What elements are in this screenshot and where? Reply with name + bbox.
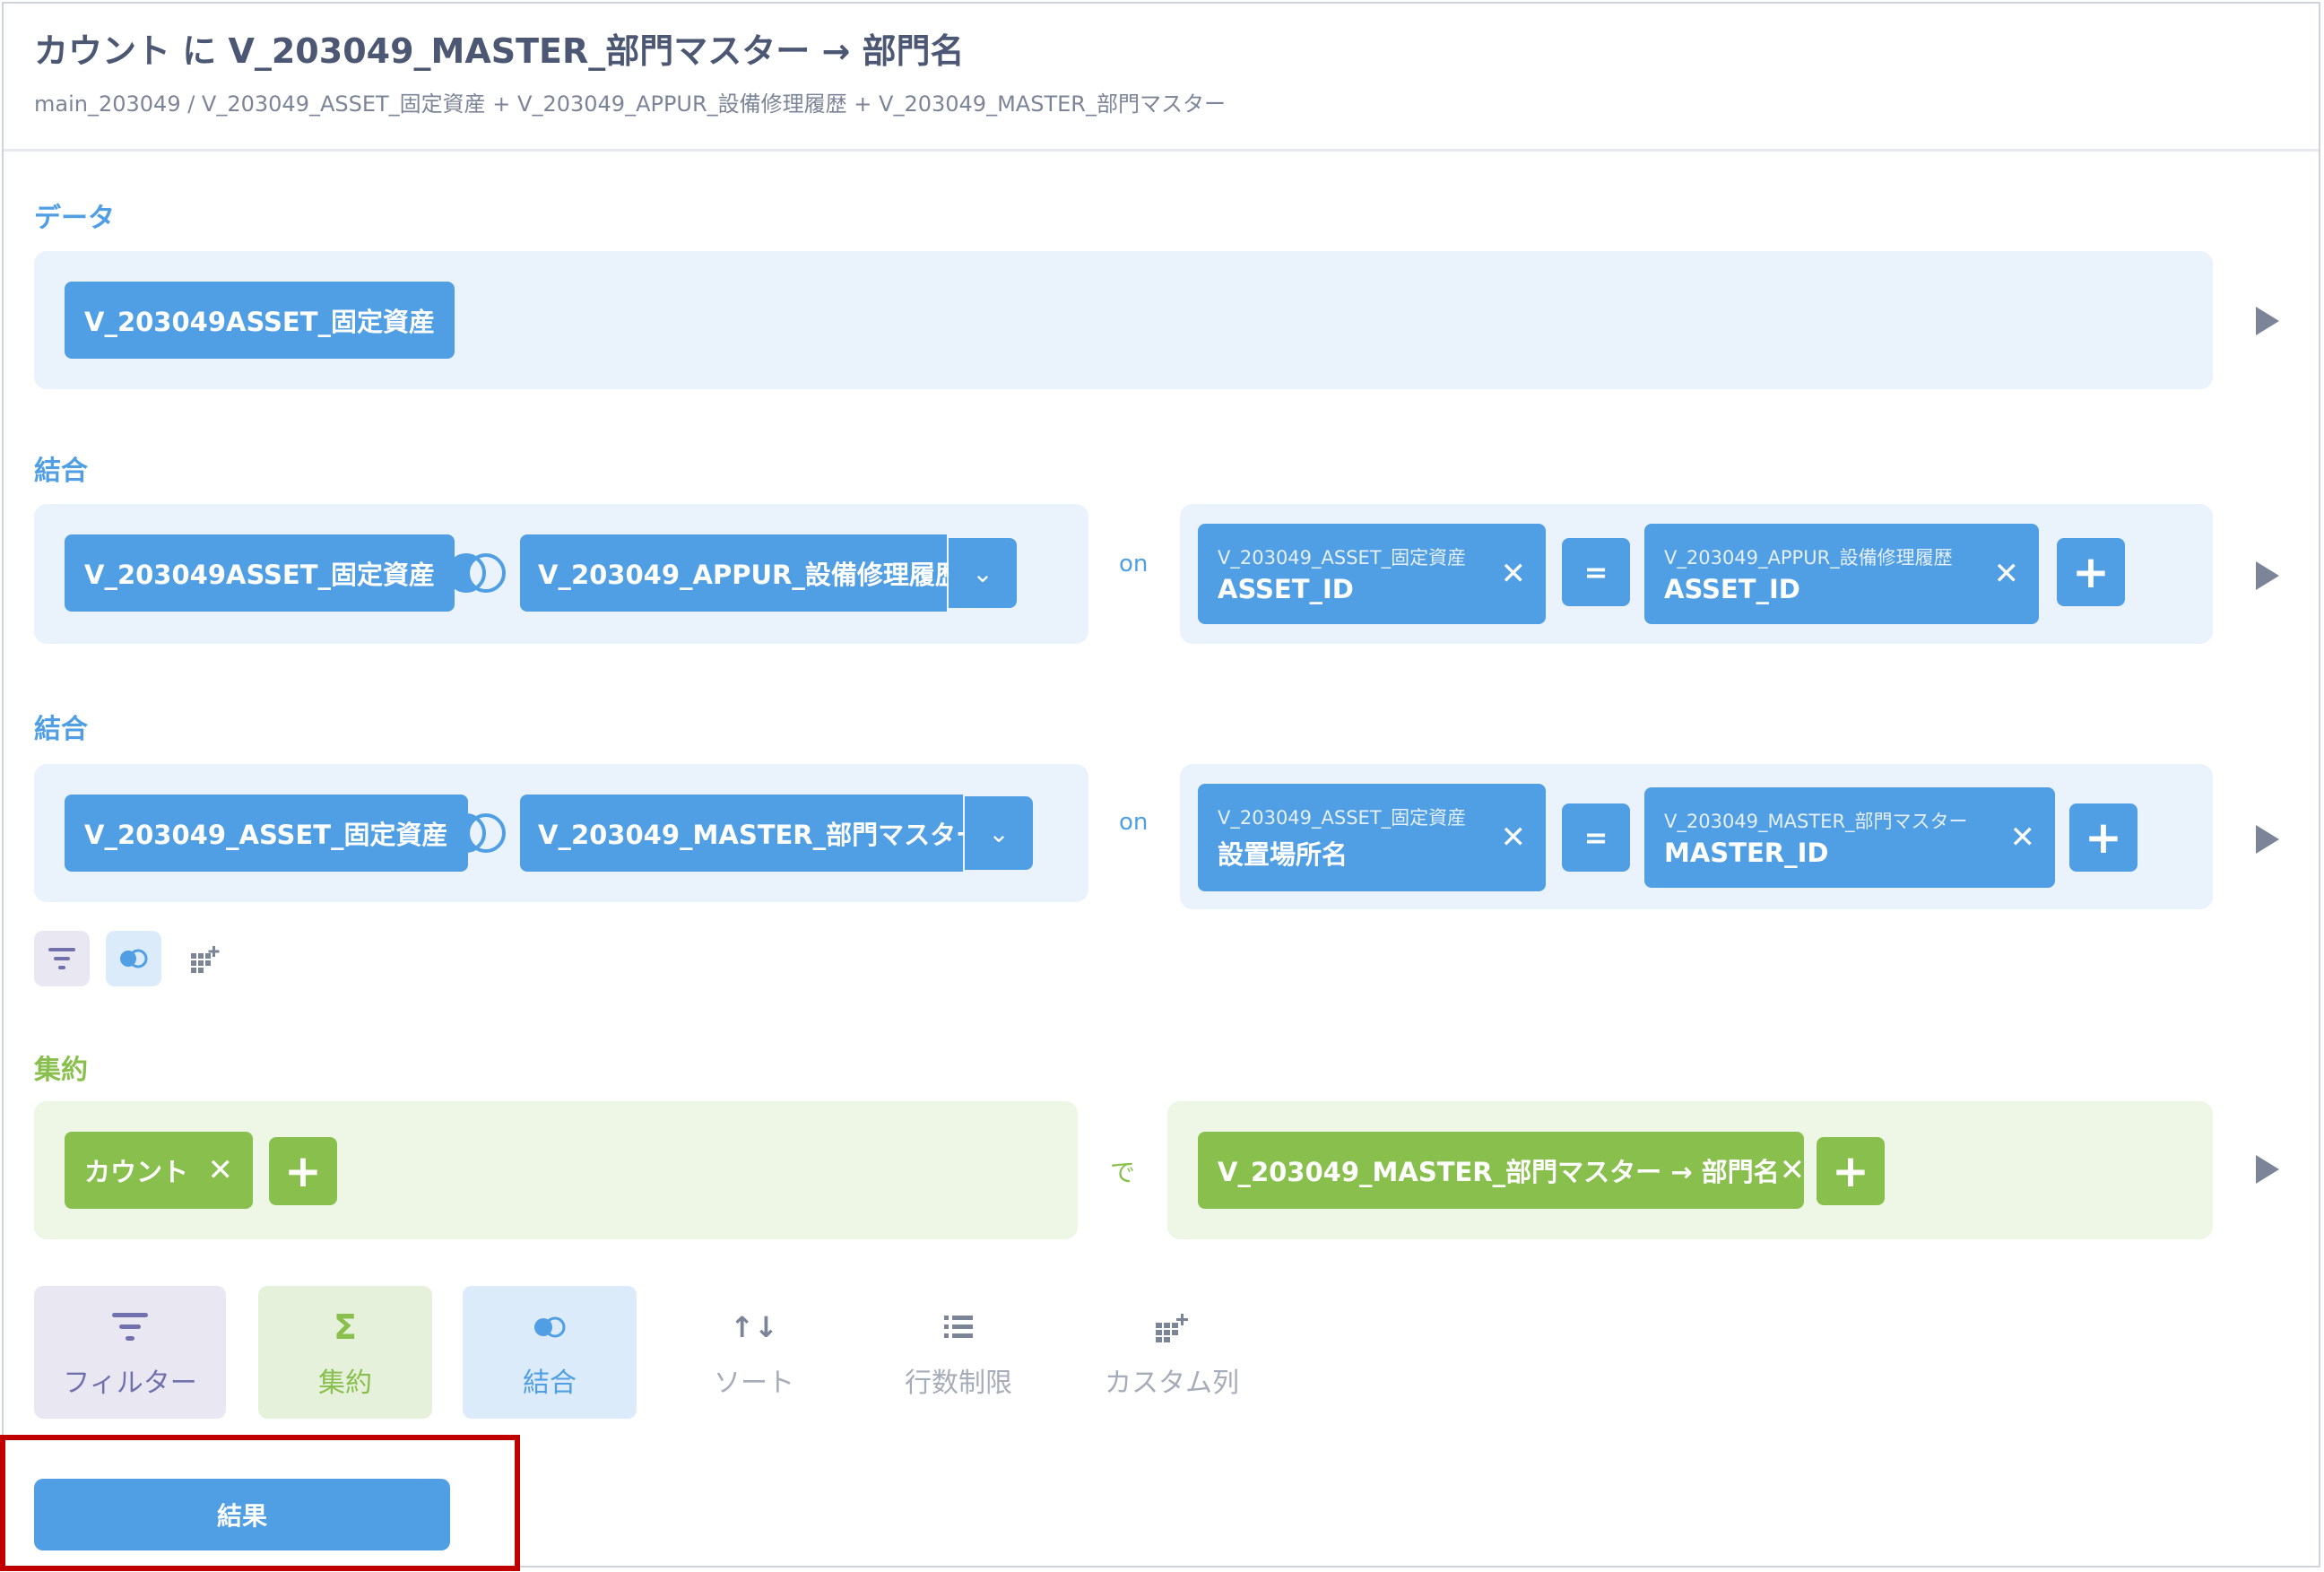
filter-action-button[interactable]: フィルター	[34, 1286, 226, 1419]
join-2-left-table[interactable]: V_203049_ASSET_固定資産	[65, 795, 468, 872]
summarize-action-label: 集約	[318, 1368, 372, 1399]
join-2-condition-panel: V_203049_ASSET_固定資産 設置場所名 ✕ = V_203049_M…	[1180, 764, 2213, 909]
add-column-icon	[1154, 1305, 1190, 1350]
preview-arrow-icon[interactable]	[2256, 561, 2279, 590]
filter-icon	[112, 1305, 148, 1350]
list-icon	[944, 1305, 973, 1350]
join-1-left-field-source: V_203049_ASSET_固定資産	[1218, 547, 1467, 569]
join-1-left-field-name: ASSET_ID	[1218, 574, 1354, 604]
join-2-tables-panel: V_203049_ASSET_固定資産 V_203049_MASTER_部門マス…	[34, 764, 1088, 902]
add-condition-button[interactable]: +	[2069, 803, 2138, 872]
join-icon	[120, 949, 148, 968]
filter-step-button[interactable]	[34, 931, 90, 986]
join-icon	[532, 1305, 568, 1350]
join-1-left-field[interactable]: V_203049_ASSET_固定資産 ASSET_ID ✕	[1198, 524, 1546, 624]
join-1-operator[interactable]: =	[1562, 538, 1630, 606]
remove-icon[interactable]: ✕	[208, 1152, 234, 1188]
join-1-label: 結合	[34, 456, 88, 487]
metric-pill[interactable]: カウント ✕	[65, 1132, 253, 1209]
aggregate-section-label: 集約	[34, 1055, 88, 1086]
custom-column-action-button[interactable]: カスタム列	[1076, 1286, 1268, 1419]
join-2-left-field-name: 設置場所名	[1218, 839, 1348, 870]
sort-action-button[interactable]: ↑↓ ソート	[667, 1286, 841, 1419]
remove-icon[interactable]: ✕	[1994, 556, 2020, 592]
page-title: カウント に V_203049_MASTER_部門マスター → 部門名	[34, 31, 965, 71]
join-1-left-table[interactable]: V_203049ASSET_固定資産	[65, 534, 455, 612]
join-2-left-field-source: V_203049_ASSET_固定資産	[1218, 807, 1467, 829]
join-2-right-field-name: MASTER_ID	[1664, 838, 1829, 868]
filter-icon	[48, 948, 75, 969]
join-2-right-field-source: V_203049_MASTER_部門マスター	[1664, 811, 1968, 832]
custom-column-action-label: カスタム列	[1105, 1368, 1239, 1399]
join-1-condition-panel: V_203049_ASSET_固定資産 ASSET_ID ✕ = V_20304…	[1180, 504, 2213, 644]
chevron-down-icon[interactable]: ⌄	[949, 538, 1017, 608]
join-2-right-table[interactable]: V_203049_MASTER_部門マスター	[520, 795, 982, 872]
join-type-icon[interactable]	[445, 812, 507, 854]
remove-icon[interactable]: ✕	[1501, 820, 1527, 855]
data-table-pill[interactable]: V_203049ASSET_固定資産	[65, 282, 455, 359]
join-action-label: 結合	[523, 1368, 577, 1399]
aggregate-metric-panel: カウント ✕ +	[34, 1101, 1078, 1239]
filter-action-label: フィルター	[63, 1368, 197, 1399]
summarize-action-button[interactable]: Σ 集約	[258, 1286, 432, 1419]
aggregate-group-panel: V_203049_MASTER_部門マスター → 部門名 ✕ +	[1167, 1101, 2213, 1239]
preview-arrow-icon[interactable]	[2256, 825, 2279, 854]
join-step-button[interactable]	[106, 931, 161, 986]
preview-arrow-icon[interactable]	[2256, 307, 2279, 335]
query-builder-frame: カウント に V_203049_MASTER_部門マスター → 部門名 main…	[2, 2, 2320, 1568]
remove-icon[interactable]: ✕	[1780, 1152, 1806, 1188]
join-2-label: 結合	[34, 714, 88, 745]
add-condition-button[interactable]: +	[2057, 538, 2125, 606]
join-type-icon[interactable]	[445, 552, 507, 594]
join-2-right-field[interactable]: V_203049_MASTER_部門マスター MASTER_ID ✕	[1644, 787, 2055, 888]
remove-icon[interactable]: ✕	[2010, 820, 2036, 855]
add-column-icon	[191, 946, 220, 973]
data-panel: V_203049ASSET_固定資産	[34, 251, 2213, 389]
row-limit-action-button[interactable]: 行数制限	[872, 1286, 1045, 1419]
sort-icon: ↑↓	[730, 1310, 778, 1344]
custom-column-step-button[interactable]	[178, 931, 233, 986]
join-1-right-field[interactable]: V_203049_APPUR_設備修理履歴 ASSET_ID ✕	[1644, 524, 2039, 624]
add-group-by-button[interactable]: +	[1817, 1137, 1885, 1205]
sort-action-label: ソート	[714, 1368, 794, 1399]
add-metric-button[interactable]: +	[269, 1137, 337, 1205]
metric-label: カウント	[84, 1157, 189, 1187]
join-1-right-table[interactable]: V_203049_APPUR_設備修理履歴	[520, 534, 961, 612]
group-by-pill[interactable]: V_203049_MASTER_部門マスター → 部門名 ✕	[1198, 1132, 1806, 1209]
join-action-button[interactable]: 結合	[463, 1286, 637, 1419]
join-1-right-field-name: ASSET_ID	[1664, 574, 1800, 604]
data-section-label: データ	[34, 203, 115, 234]
remove-icon[interactable]: ✕	[1501, 556, 1527, 592]
join-1-right-field-source: V_203049_APPUR_設備修理履歴	[1664, 547, 1953, 569]
group-by-word: で	[1110, 1158, 1136, 1187]
row-limit-action-label: 行数制限	[905, 1368, 1012, 1399]
join-1-on-label: on	[1119, 551, 1149, 578]
join-2-left-field[interactable]: V_203049_ASSET_固定資産 設置場所名 ✕	[1198, 784, 1546, 891]
breadcrumb[interactable]: main_203049 / V_203049_ASSET_固定資産 + V_20…	[34, 86, 1226, 117]
join-1-tables-panel: V_203049ASSET_固定資産 V_203049_APPUR_設備修理履歴…	[34, 504, 1088, 644]
join-2-on-label: on	[1119, 809, 1149, 836]
group-by-label: V_203049_MASTER_部門マスター → 部門名	[1218, 1157, 1780, 1187]
highlight-box	[0, 1435, 520, 1571]
join-2-operator[interactable]: =	[1562, 803, 1630, 872]
header: カウント に V_203049_MASTER_部門マスター → 部門名 main…	[4, 4, 2319, 152]
chevron-down-icon[interactable]: ⌄	[965, 796, 1033, 870]
sigma-icon: Σ	[334, 1307, 357, 1347]
preview-arrow-icon[interactable]	[2256, 1155, 2279, 1184]
